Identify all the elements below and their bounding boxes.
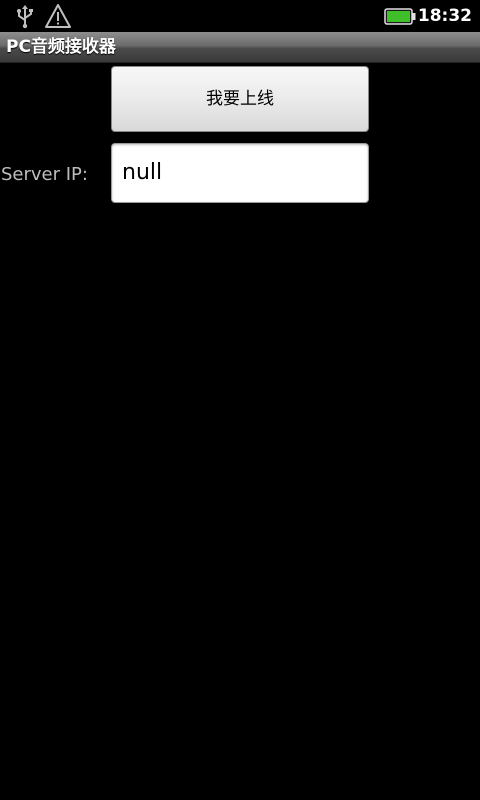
server-ip-input[interactable]: null bbox=[111, 143, 369, 203]
battery-icon bbox=[384, 8, 416, 25]
server-ip-label: Server IP: bbox=[1, 164, 88, 185]
title-bar: PC音频接收器 bbox=[0, 32, 480, 63]
app-screen: 18:32 PC音频接收器 我要上线 Server IP: null bbox=[0, 0, 480, 800]
status-bar: 18:32 bbox=[0, 0, 480, 32]
app-title: PC音频接收器 bbox=[6, 37, 116, 57]
warning-icon bbox=[45, 4, 71, 28]
go-online-button[interactable]: 我要上线 bbox=[111, 66, 369, 132]
usb-icon bbox=[17, 5, 33, 29]
status-time: 18:32 bbox=[417, 6, 472, 26]
